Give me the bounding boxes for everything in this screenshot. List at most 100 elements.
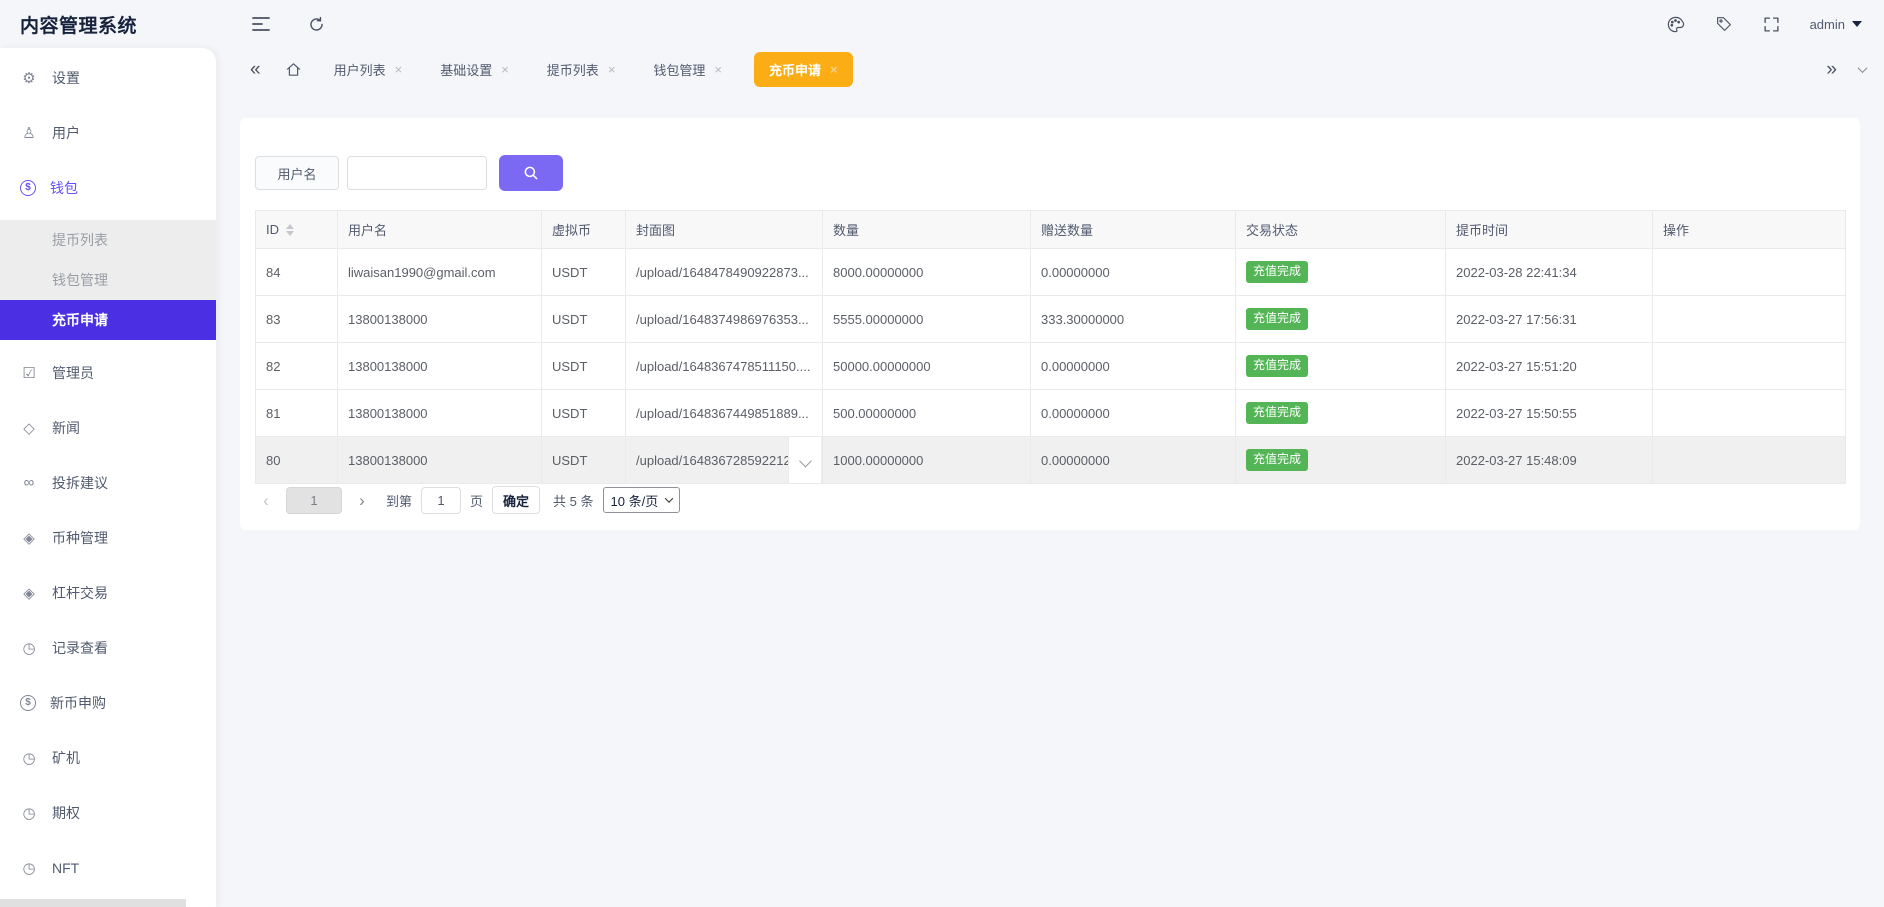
new-coin-subscribe-menu-item[interactable]: $ 新币申购 xyxy=(0,675,216,730)
feedback-menu-item[interactable]: ∞ 投拆建议 xyxy=(0,455,216,510)
tabs-menu-chevron-icon[interactable] xyxy=(1858,63,1868,73)
table-row[interactable]: 84 liwaisan1990@gmail.com USDT /upload/1… xyxy=(256,249,1846,296)
cell-id: 84 xyxy=(256,249,338,296)
record-view-menu-item[interactable]: ◷ 记录查看 xyxy=(0,620,216,675)
fullscreen-icon[interactable] xyxy=(1763,16,1780,33)
tab[interactable]: 充币申请 × xyxy=(754,52,853,87)
sidebar-scrollbar[interactable] xyxy=(0,899,186,907)
coin-manage-icon: ◈ xyxy=(20,529,38,547)
miner-menu-item[interactable]: ◷ 矿机 xyxy=(0,730,216,785)
menu-item-label: 用户 xyxy=(52,123,80,143)
recharge-apply-submenu-item[interactable]: 充币申请 xyxy=(0,300,216,340)
header-amount: 数量 xyxy=(823,211,1031,249)
menu-item-label: NFT xyxy=(52,860,79,876)
table-row[interactable]: 82 13800138000 USDT /upload/164836747851… xyxy=(256,343,1846,390)
status-badge: 充值完成 xyxy=(1246,355,1308,377)
tab[interactable]: 用户列表 × xyxy=(328,53,409,86)
coin-manage-menu-item[interactable]: ◈ 币种管理 xyxy=(0,510,216,565)
withdraw-list-submenu-item[interactable]: 提币列表 xyxy=(0,220,216,260)
submenu-item-label: 充币申请 xyxy=(52,310,108,330)
users-icon: ♙ xyxy=(20,124,38,142)
cover-path: /upload/1648374986976353... xyxy=(636,312,809,327)
theme-palette-icon[interactable] xyxy=(1666,15,1685,34)
next-page-icon[interactable]: › xyxy=(351,492,373,509)
search-input[interactable] xyxy=(347,156,487,190)
header-id: ID xyxy=(256,211,338,249)
caret-down-icon xyxy=(1852,21,1862,27)
page-number-input[interactable] xyxy=(421,487,461,514)
cell-time: 2022-03-27 15:50:55 xyxy=(1446,390,1653,437)
search-button[interactable] xyxy=(499,155,563,191)
sort-icon[interactable] xyxy=(286,224,294,236)
header-username: 用户名 xyxy=(338,211,542,249)
tab-close-icon[interactable]: × xyxy=(830,63,838,76)
wallet-menu-item[interactable]: $ 钱包 xyxy=(0,160,216,215)
menu-item-label: 投拆建议 xyxy=(52,473,108,493)
cover-dropdown-button[interactable] xyxy=(788,437,822,484)
cell-actions xyxy=(1653,249,1846,296)
nft-menu-item[interactable]: ◷ NFT xyxy=(0,840,216,895)
record-view-icon: ◷ xyxy=(20,639,38,657)
cover-path: /upload/1648367449851889... xyxy=(636,406,809,421)
table-row[interactable]: 81 13800138000 USDT /upload/164836744985… xyxy=(256,390,1846,437)
menu-item-label: 币种管理 xyxy=(52,528,108,548)
news-menu-item[interactable]: ◇ 新闻 xyxy=(0,400,216,455)
table-row[interactable]: 83 13800138000 USDT /upload/164837498697… xyxy=(256,296,1846,343)
cell-bonus: 0.00000000 xyxy=(1031,343,1236,390)
page-size-select[interactable]: 10 条/页 xyxy=(603,487,681,513)
nft-icon: ◷ xyxy=(20,859,38,877)
cover-path: /upload/1648367285922126. xyxy=(636,453,802,468)
options-menu-item[interactable]: ◷ 期权 xyxy=(0,785,216,840)
wallet-submenu: 提币列表 钱包管理 充币申请 xyxy=(0,220,216,340)
refresh-icon[interactable] xyxy=(308,16,325,33)
tab-close-icon[interactable]: × xyxy=(608,63,616,76)
tab-close-icon[interactable]: × xyxy=(395,63,403,76)
wallet-manage-submenu-item[interactable]: 钱包管理 xyxy=(0,260,216,300)
table-row[interactable]: 80 13800138000 USDT /upload/164836728592… xyxy=(256,437,1846,484)
tabs-scroll-left-icon[interactable]: « xyxy=(250,60,261,79)
confirm-page-button[interactable]: 确定 xyxy=(492,486,540,514)
submenu-item-label: 钱包管理 xyxy=(52,270,108,290)
tag-icon[interactable] xyxy=(1715,15,1733,33)
cell-username: 13800138000 xyxy=(338,390,542,437)
user-menu[interactable]: admin xyxy=(1810,17,1862,32)
cell-coin: USDT xyxy=(542,390,626,437)
cell-id: 81 xyxy=(256,390,338,437)
cell-status: 充值完成 xyxy=(1236,437,1446,484)
sidebar-panel: ⚙ 设置 ♙ 用户 $ 钱包 提币列表 xyxy=(0,48,216,907)
tab[interactable]: 提币列表 × xyxy=(541,53,622,86)
users-menu-item[interactable]: ♙ 用户 xyxy=(0,105,216,160)
home-icon[interactable] xyxy=(285,61,302,78)
sidebar: 内容管理系统 ⚙ 设置 ♙ 用户 $ 钱包 xyxy=(0,0,216,907)
cell-actions xyxy=(1653,296,1846,343)
menu-fold-icon[interactable] xyxy=(252,16,270,32)
status-badge: 充值完成 xyxy=(1246,261,1308,283)
cell-username: 13800138000 xyxy=(338,437,542,484)
status-badge: 充值完成 xyxy=(1246,449,1308,471)
cell-actions xyxy=(1653,437,1846,484)
chevron-down-icon xyxy=(799,454,812,467)
cell-username: 13800138000 xyxy=(338,343,542,390)
cell-id: 80 xyxy=(256,437,338,484)
leverage-trade-menu-item[interactable]: ◈ 杠杆交易 xyxy=(0,565,216,620)
tab[interactable]: 钱包管理 × xyxy=(647,53,728,86)
cover-path: /upload/1648478490922873... xyxy=(636,265,809,280)
cell-coin: USDT xyxy=(542,437,626,484)
submenu-item-label: 提币列表 xyxy=(52,230,108,250)
header-bonus: 赠送数量 xyxy=(1031,211,1236,249)
cell-time: 2022-03-27 15:48:09 xyxy=(1446,437,1653,484)
cell-cover: /upload/1648374986976353... xyxy=(626,296,823,343)
cell-username: 13800138000 xyxy=(338,296,542,343)
tab-close-icon[interactable]: × xyxy=(501,63,509,76)
admins-menu-item[interactable]: ☑ 管理员 xyxy=(0,345,216,400)
tab-label: 用户列表 xyxy=(334,60,386,79)
tab[interactable]: 基础设置 × xyxy=(434,53,515,86)
tab-label: 钱包管理 xyxy=(653,60,705,79)
tabs-scroll-right-icon[interactable]: » xyxy=(1826,60,1837,79)
settings-menu-item[interactable]: ⚙ 设置 xyxy=(0,50,216,105)
cell-amount: 5555.00000000 xyxy=(823,296,1031,343)
select-chevron-icon xyxy=(665,494,673,502)
current-page[interactable]: 1 xyxy=(286,487,342,514)
prev-page-icon[interactable]: ‹ xyxy=(255,492,277,509)
tab-close-icon[interactable]: × xyxy=(714,63,722,76)
